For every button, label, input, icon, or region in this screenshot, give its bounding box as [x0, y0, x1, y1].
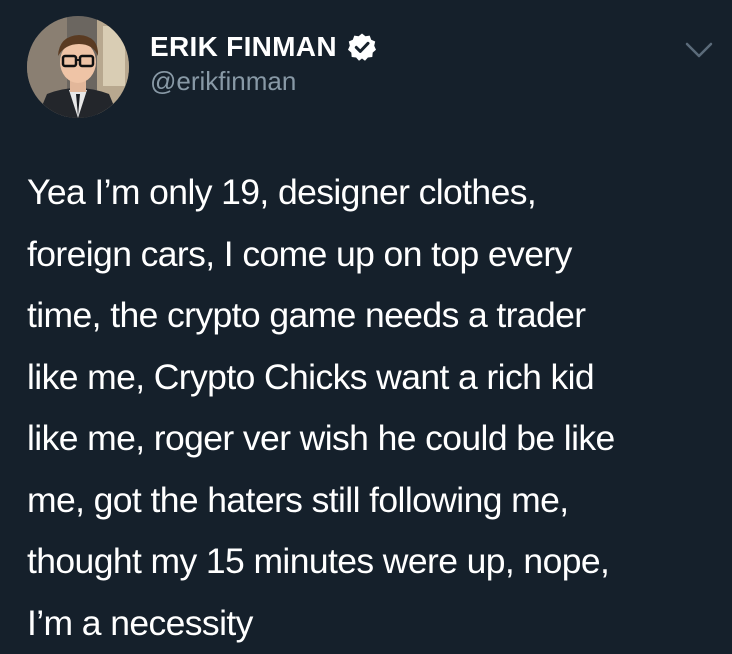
tweet-text: Yea I’m only 19, designer clothes, forei… [27, 172, 615, 643]
chevron-down-icon[interactable] [683, 38, 715, 62]
author-name-row: ERIK FINMAN [150, 28, 377, 66]
author-display-name[interactable]: ERIK FINMAN [150, 31, 337, 63]
tweet-card: ERIK FINMAN @erikfinman Yea I’m only 19,… [0, 0, 732, 654]
avatar-image [27, 16, 129, 118]
author-avatar[interactable] [27, 16, 129, 118]
verified-badge-icon [347, 33, 376, 61]
author-handle[interactable]: @erikfinman [150, 66, 296, 97]
